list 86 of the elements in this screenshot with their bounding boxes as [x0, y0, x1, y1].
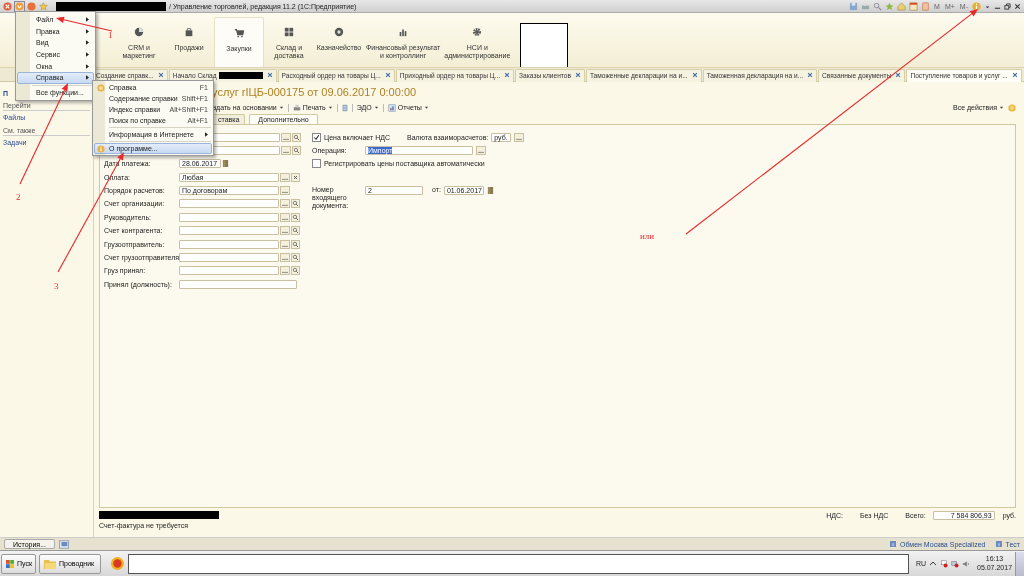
grid-icon — [284, 27, 294, 37]
restore-icon[interactable] — [1004, 1, 1011, 11]
info-icon[interactable] — [972, 1, 981, 11]
search-icon[interactable] — [291, 212, 300, 222]
info-icon — [995, 541, 1002, 547]
calendar-icon[interactable] — [909, 1, 919, 11]
ellipsis-button[interactable] — [281, 132, 291, 142]
ellipsis-button[interactable] — [514, 132, 525, 142]
ellipsis-button[interactable] — [280, 253, 290, 262]
input-field[interactable] — [179, 266, 279, 276]
close-icon[interactable] — [266, 72, 273, 78]
magnifier-icon[interactable] — [873, 1, 883, 11]
annotation-label: 1 — [108, 30, 113, 40]
report-icon — [387, 103, 396, 112]
submenu-arrow-icon — [205, 132, 208, 137]
input-field[interactable] — [179, 226, 279, 236]
gear-icon — [472, 27, 483, 37]
ellipsis-button[interactable] — [280, 226, 290, 236]
circle-icon[interactable] — [27, 1, 36, 11]
annotation-label: 3 — [54, 281, 59, 291]
input-field[interactable] — [179, 253, 279, 262]
close-icon[interactable] — [157, 72, 164, 78]
search-icon[interactable] — [291, 199, 300, 209]
ellipsis-button[interactable] — [280, 186, 290, 196]
close-icon[interactable] — [691, 72, 698, 78]
caret-icon — [327, 105, 333, 110]
ellipsis-button[interactable] — [476, 145, 486, 155]
ellipsis-button[interactable] — [280, 212, 290, 222]
bar-chart-icon — [398, 27, 409, 37]
caret-icon — [373, 105, 379, 110]
speaker-icon[interactable] — [962, 559, 970, 568]
checkbox[interactable] — [312, 159, 321, 169]
coin-icon — [334, 27, 344, 37]
close-icon[interactable] — [1011, 72, 1018, 78]
input-field[interactable] — [179, 199, 279, 209]
help-icon[interactable] — [1008, 103, 1016, 112]
windows-icon[interactable] — [59, 539, 69, 549]
folder-icon — [43, 557, 57, 570]
ellipsis-button[interactable] — [280, 239, 290, 249]
printer-icon — [292, 103, 301, 112]
close-icon[interactable] — [1014, 1, 1021, 11]
caret-icon — [423, 105, 429, 110]
list-icon[interactable] — [340, 103, 349, 112]
calendar-icon[interactable] — [222, 159, 229, 169]
bag-icon — [184, 27, 194, 37]
search-icon[interactable] — [291, 239, 300, 249]
close-circle-icon[interactable] — [3, 1, 12, 11]
caret-icon — [999, 105, 1004, 110]
input-field[interactable] — [179, 279, 297, 289]
show-desktop-button[interactable] — [1015, 551, 1024, 576]
clear-icon[interactable] — [291, 172, 300, 182]
caret-icon — [278, 105, 284, 110]
help-icon — [97, 83, 105, 92]
blank-panel — [520, 23, 569, 67]
input-field[interactable] — [179, 212, 279, 222]
star-icon[interactable] — [39, 1, 48, 11]
calendar-icon[interactable] — [486, 185, 494, 195]
calculator-icon[interactable] — [921, 1, 931, 11]
menu-icon[interactable] — [15, 1, 24, 11]
ellipsis-button[interactable] — [281, 145, 291, 155]
ellipsis-button[interactable] — [280, 199, 290, 209]
check-icon — [313, 133, 320, 141]
star-icon[interactable] — [885, 1, 895, 11]
annotation-label: 2 — [16, 192, 21, 202]
checkbox[interactable] — [312, 132, 321, 142]
search-icon[interactable] — [292, 145, 301, 155]
close-icon[interactable] — [895, 72, 902, 78]
close-icon[interactable] — [384, 72, 391, 78]
app-logo[interactable] — [109, 556, 125, 571]
input-field[interactable] — [179, 239, 279, 249]
close-icon[interactable] — [504, 72, 511, 78]
cart-icon — [234, 28, 244, 38]
close-icon[interactable] — [807, 72, 814, 78]
search-icon[interactable] — [291, 253, 300, 262]
ellipsis-button[interactable] — [280, 172, 290, 182]
ellipsis-button[interactable] — [280, 266, 290, 276]
search-icon[interactable] — [291, 226, 300, 236]
pie-chart-icon — [134, 27, 144, 37]
info-icon — [97, 144, 105, 153]
info-icon — [890, 541, 897, 547]
search-icon[interactable] — [292, 132, 301, 142]
annotation-label: или — [640, 231, 655, 241]
close-icon[interactable] — [574, 72, 581, 78]
search-icon[interactable] — [291, 266, 300, 276]
floppy-icon[interactable] — [849, 1, 859, 11]
network-icon[interactable] — [951, 559, 960, 568]
